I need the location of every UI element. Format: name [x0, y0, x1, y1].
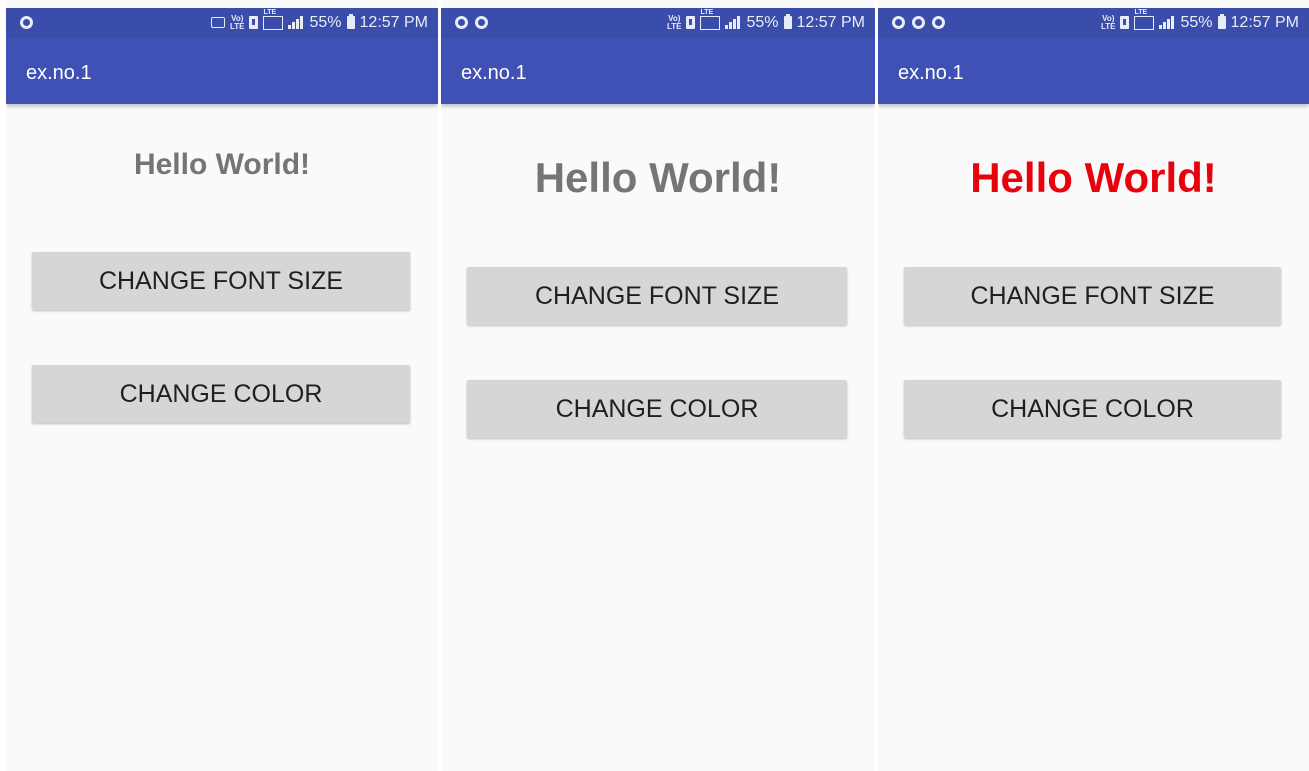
notification-app-icon — [455, 16, 468, 29]
change-font-size-button[interactable]: CHANGE FONT SIZE — [32, 252, 410, 310]
volte-icon: Vo) LTE — [1100, 13, 1116, 31]
app-bar: ex.no.1 — [878, 37, 1309, 104]
change-color-button[interactable]: CHANGE COLOR — [467, 380, 847, 438]
signal-icon — [725, 16, 741, 29]
volte-icon: Vo) LTE — [666, 13, 682, 31]
change-color-button[interactable]: CHANGE COLOR — [904, 380, 1281, 438]
battery-percent: 55% — [309, 13, 342, 31]
notification-app-icon — [932, 16, 945, 29]
change-font-size-button[interactable]: CHANGE FONT SIZE — [904, 267, 1281, 325]
lte-icon: LTE — [263, 9, 284, 30]
phone-screen-2: Vo) LTE LTE 55% 12:57 PM ex.no.1 Hello Wo… — [441, 0, 875, 771]
app-bar: ex.no.1 — [441, 37, 875, 104]
phone-screen-1: Vo) LTE LTE 55% 12:57 PM ex.no.1 Hello Wo… — [6, 0, 438, 771]
clock: 12:57 PM — [1230, 13, 1299, 31]
app-title: ex.no.1 — [461, 62, 527, 84]
battery-percent: 55% — [1180, 13, 1213, 31]
lte-icon: LTE — [700, 9, 721, 30]
battery-icon — [346, 14, 355, 29]
sim-icon — [686, 16, 696, 29]
sim-icon — [249, 16, 259, 29]
sim-icon — [1120, 16, 1130, 29]
hello-text: Hello World! — [970, 154, 1217, 201]
cast-icon — [210, 17, 225, 28]
lte-icon: LTE — [1134, 9, 1155, 30]
clock: 12:57 PM — [796, 13, 865, 31]
status-bar: Vo) LTE LTE 55% 12:57 PM — [6, 8, 438, 37]
notification-app-icon — [475, 16, 488, 29]
signal-icon — [288, 16, 304, 29]
battery-icon — [1217, 14, 1226, 29]
notification-app-icon — [20, 16, 33, 29]
battery-icon — [783, 14, 792, 29]
hello-text: Hello World! — [133, 148, 311, 181]
clock: 12:57 PM — [359, 13, 428, 31]
phone-screen-3: Vo) LTE LTE 55% 12:57 PM ex.no.1 Hello Wo… — [878, 0, 1309, 771]
change-font-size-button[interactable]: CHANGE FONT SIZE — [467, 267, 847, 325]
status-bar: Vo) LTE LTE 55% 12:57 PM — [878, 8, 1309, 37]
notification-app-icon — [912, 16, 925, 29]
signal-icon — [1159, 16, 1175, 29]
change-color-button[interactable]: CHANGE COLOR — [32, 365, 410, 423]
app-bar: ex.no.1 — [6, 37, 438, 104]
battery-percent: 55% — [746, 13, 779, 31]
volte-icon: Vo) LTE — [229, 13, 245, 31]
app-title: ex.no.1 — [898, 62, 964, 84]
status-bar: Vo) LTE LTE 55% 12:57 PM — [441, 8, 875, 37]
notification-app-icon — [892, 16, 905, 29]
hello-text: Hello World! — [534, 154, 782, 201]
app-title: ex.no.1 — [26, 62, 92, 84]
